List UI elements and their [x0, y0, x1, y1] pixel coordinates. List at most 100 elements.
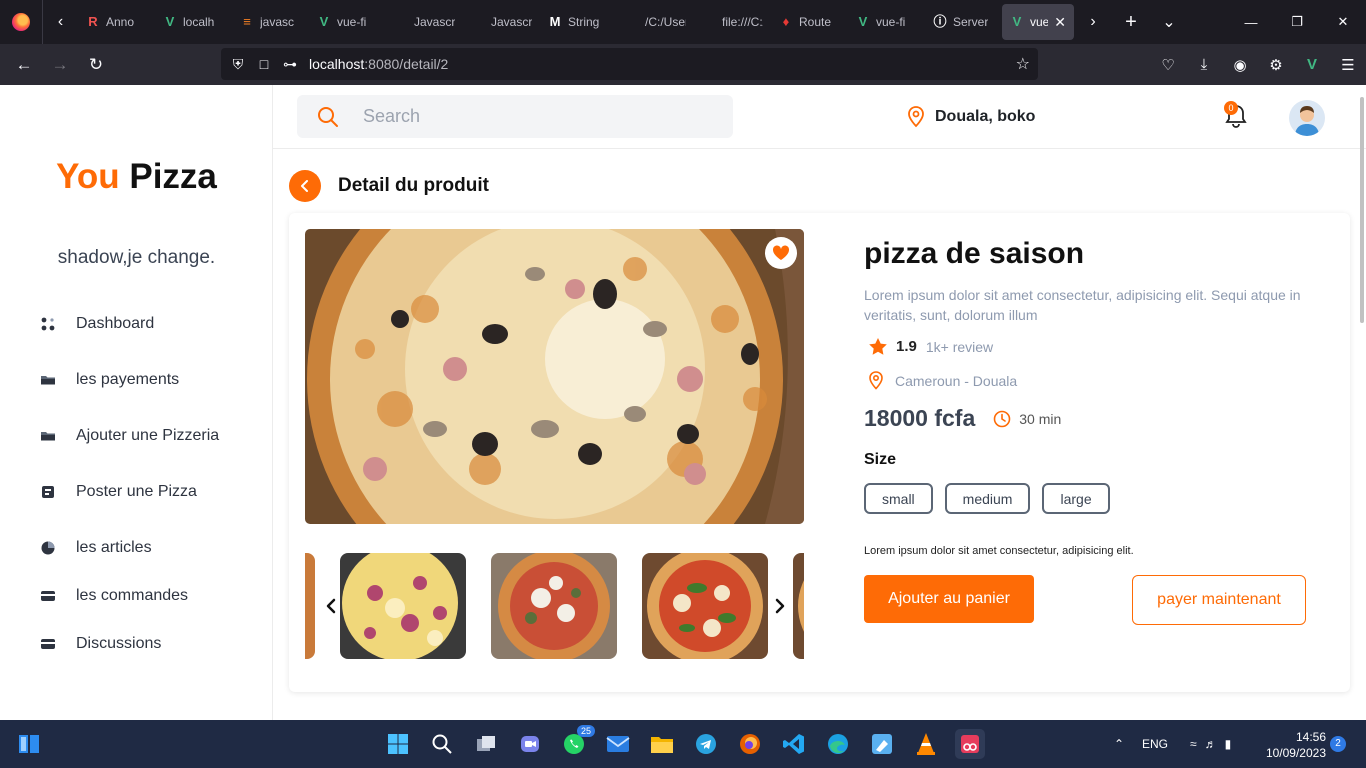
battery-icon[interactable]: ▮ — [1225, 737, 1232, 751]
card-icon — [40, 484, 56, 500]
volume-icon[interactable]: ♬ — [1205, 737, 1217, 751]
size-medium-button[interactable]: medium — [944, 483, 1031, 514]
sidebar-item-label: les commandes — [76, 587, 189, 604]
browser-tab[interactable]: /C:/Users/ — [617, 4, 694, 40]
hamburger-menu-icon[interactable]: ☰ — [1330, 49, 1366, 81]
avatar[interactable] — [1289, 100, 1325, 136]
firefox-icon[interactable] — [735, 729, 765, 759]
size-large-button[interactable]: large — [1042, 483, 1110, 514]
new-tab-button[interactable]: + — [1112, 0, 1150, 44]
vscode-icon[interactable] — [779, 729, 809, 759]
file-explorer-icon[interactable] — [647, 729, 677, 759]
extensions-icon[interactable]: ⚙ — [1258, 49, 1294, 81]
close-tab-icon[interactable]: ✕ — [1054, 14, 1066, 31]
browser-tab[interactable]: M String — [540, 4, 617, 40]
browser-tab[interactable]: ≡ javasc — [232, 4, 309, 40]
browser-tab[interactable]: Vvue-fi — [309, 4, 386, 40]
app-logo[interactable]: You Pizza — [0, 157, 273, 197]
windows-start-icon[interactable] — [383, 729, 413, 759]
sidebar-item-articles[interactable]: les articles — [40, 539, 152, 557]
vue-devtools-icon[interactable]: V — [1294, 49, 1330, 81]
browser-tab[interactable]: Vvue-fi — [848, 4, 925, 40]
thumbnail-4[interactable] — [642, 553, 768, 659]
browser-tab[interactable]: Javascript — [386, 4, 463, 40]
tab-active[interactable]: V vue ✕ — [1002, 4, 1074, 40]
reload-button[interactable]: ↻ — [78, 49, 114, 81]
user-location[interactable]: Douala, boko — [907, 106, 1035, 128]
close-window-button[interactable]: ✕ — [1320, 0, 1366, 44]
raccoon-icon: R — [88, 14, 98, 29]
pocket-icon[interactable]: ♡ — [1150, 49, 1186, 81]
paint-icon[interactable] — [867, 729, 897, 759]
search-icon[interactable] — [427, 729, 457, 759]
forward-button[interactable]: → — [42, 49, 78, 81]
review-count[interactable]: 1k+ review — [926, 339, 993, 355]
bookmark-star-icon[interactable]: ☆ — [1016, 54, 1030, 74]
notification-center-badge[interactable]: 2 — [1330, 736, 1346, 752]
url-host: localhost — [309, 56, 365, 72]
vlc-icon[interactable] — [911, 729, 941, 759]
chevron-left-icon — [301, 180, 308, 192]
permissions-icon[interactable]: ⊶ — [277, 56, 303, 73]
teams-chat-icon[interactable] — [515, 729, 545, 759]
thumbnail-3[interactable] — [491, 553, 617, 659]
sidebar-item-discussions[interactable]: Discussions — [40, 635, 161, 653]
edge-icon[interactable] — [823, 729, 853, 759]
whatsapp-icon[interactable]: 25 — [559, 725, 595, 759]
url-text[interactable]: localhost:8080/detail/2 — [309, 56, 448, 72]
browser-tab[interactable]: ♦ Route — [771, 4, 848, 40]
map-pin-icon — [869, 371, 883, 390]
add-to-cart-button[interactable]: Ajouter au panier — [864, 575, 1034, 623]
router-icon: ♦ — [782, 14, 790, 29]
downloads-icon[interactable]: ⤓ — [1186, 49, 1222, 81]
language-indicator[interactable]: ENG — [1142, 737, 1168, 751]
browser-tab[interactable]: file:///C:/ — [694, 4, 771, 40]
telegram-icon[interactable] — [691, 729, 721, 759]
back-arrow-button[interactable] — [289, 170, 321, 202]
shield-icon[interactable]: ⛨ — [225, 56, 251, 73]
wifi-icon[interactable]: ≈ — [1190, 737, 1197, 751]
browser-tab[interactable]: Javascript — [463, 4, 540, 40]
page-scrollbar[interactable] — [1360, 97, 1364, 323]
tab-list-dropdown-icon[interactable]: ⌄ — [1150, 0, 1188, 44]
product-location-text: Cameroun - Douala — [895, 372, 1018, 389]
mail-icon[interactable] — [603, 729, 633, 759]
task-view-icon[interactable] — [471, 729, 501, 759]
search-input[interactable] — [363, 106, 703, 127]
logo-you: You — [56, 157, 120, 196]
firefox-menu-icon[interactable] — [0, 0, 42, 44]
browser-tab[interactable]: ⓘ Server — [925, 4, 1002, 40]
search-box[interactable] — [297, 95, 733, 138]
product-price: 18000 fcfa — [864, 405, 976, 431]
carousel-prev-button[interactable] — [321, 595, 341, 617]
sidebar-item-poster-pizza[interactable]: Poster une Pizza — [40, 483, 197, 501]
clock[interactable]: 14:56 10/09/2023 — [1258, 729, 1326, 761]
pizza-main-image[interactable] — [305, 229, 804, 524]
vue-icon: V — [858, 14, 868, 29]
address-bar[interactable]: ⛨ □ ⊶ localhost:8080/detail/2 ☆ — [221, 48, 1038, 80]
snipping-tool-icon[interactable] — [955, 729, 985, 759]
show-desktop-icon[interactable] — [14, 729, 44, 759]
sidebar-item-ajouter-pizzeria[interactable]: Ajouter une Pizzeria — [40, 427, 219, 445]
maximize-button[interactable]: ❐ — [1274, 0, 1320, 44]
carousel-next-button[interactable] — [770, 595, 790, 617]
size-small-button[interactable]: small — [864, 483, 933, 514]
thumbnail-5[interactable] — [793, 553, 804, 659]
info-icon: ⓘ — [933, 14, 947, 29]
sidebar-item-commandes[interactable]: les commandes — [40, 587, 188, 605]
browser-tab[interactable]: Vlocalh — [155, 4, 232, 40]
thumbnail-2[interactable] — [340, 553, 466, 659]
tab-scroll-left-button[interactable]: ‹ — [42, 0, 78, 44]
account-icon[interactable]: ◉ — [1222, 49, 1258, 81]
thumbnail-1[interactable] — [305, 553, 315, 659]
favorite-button[interactable] — [765, 237, 797, 269]
minimize-button[interactable]: — — [1228, 0, 1274, 44]
sidebar-item-payements[interactable]: les payements — [40, 371, 179, 389]
tab-scroll-right-button[interactable]: › — [1074, 0, 1112, 44]
pay-now-button[interactable]: payer maintenant — [1132, 575, 1306, 625]
sidebar-item-dashboard[interactable]: Dashboard — [40, 315, 154, 333]
notification-badge: 0 — [1224, 101, 1238, 115]
browser-tab[interactable]: R Anno — [78, 4, 155, 40]
tray-overflow-icon[interactable]: ⌃ — [1110, 737, 1128, 751]
back-button[interactable]: ← — [6, 49, 42, 81]
